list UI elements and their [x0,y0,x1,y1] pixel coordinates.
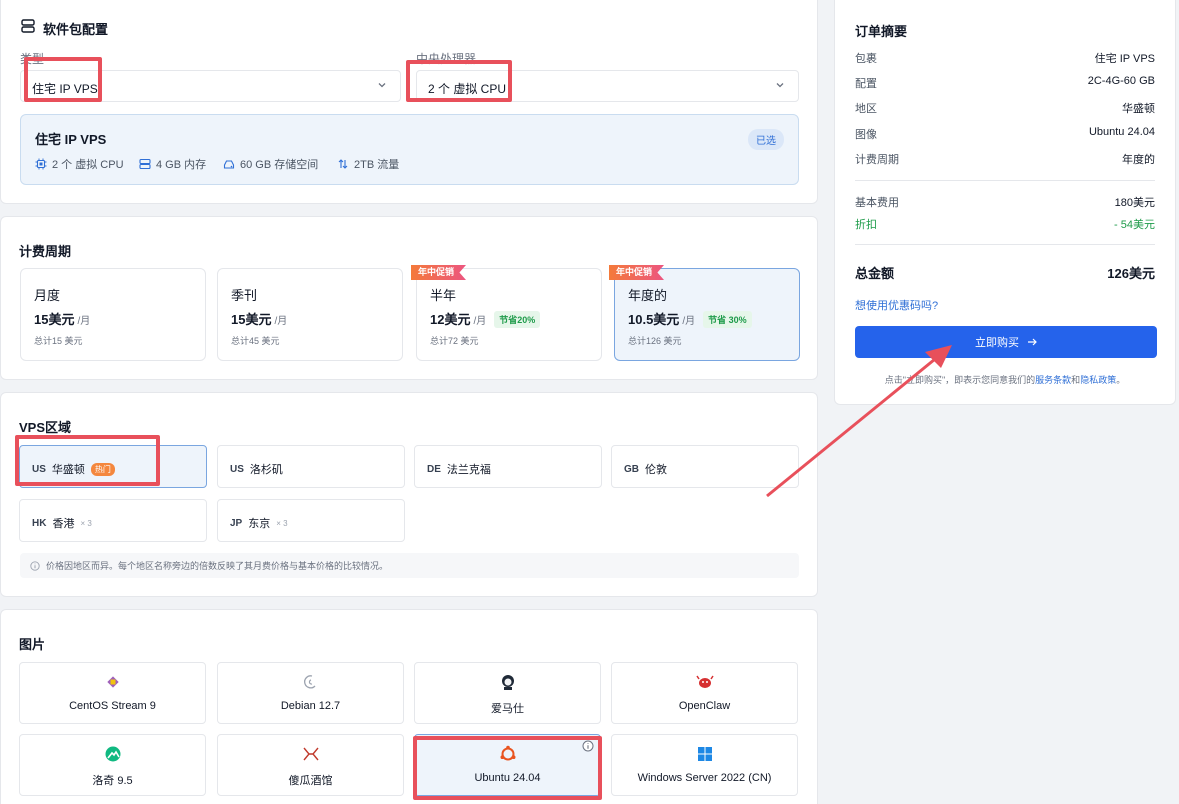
type-select-value: 住宅 IP VPS [32,82,98,96]
region-tokyo[interactable]: JP 东京 × 3 [217,499,405,542]
arrow-right-icon [1028,338,1037,346]
save-badge: 节省20% [494,311,541,328]
centos-icon [106,676,119,688]
summary-title: 订单摘要 [855,24,908,39]
image-rocky[interactable]: 洛奇 9.5 [19,734,206,796]
region-frankfurt[interactable]: DE 法兰克福 [414,445,602,488]
plan-annual[interactable]: 年中促销 年度的 10.5美元/月 节省 30% 总计126 美元 [609,265,800,361]
plan-semiannual[interactable]: 年中促销 半年 12美元/月 节省20% 总计72 美元 [411,265,602,361]
billing-cycle-card: 计费周期 月度 15美元/月 总计15 美元 季刊 15美元/月 总计45 美元… [0,216,818,380]
spec-storage: 60 GB 存储空间 [223,156,318,172]
type-label: 类型 [20,52,45,66]
image-ubuntu[interactable]: Ubuntu 24.04 [414,734,601,796]
rocky-icon [105,746,120,762]
hermes-icon [501,675,514,690]
promo-ribbon: 年中促销 [411,265,467,280]
info-icon[interactable] [582,740,594,752]
summary-row-discount: 折扣 - 54美元 [855,219,1155,231]
terms-of-service-link[interactable]: 服务条款 [1035,375,1071,385]
summary-row-base-fee: 基本费用 180美元 [855,197,1155,209]
package-config-title: 软件包配置 [43,22,109,37]
summary-row-billing: 计费周期 年度的 [855,154,1155,166]
image-centos[interactable]: CentOS Stream 9 [19,662,206,724]
promo-code-link[interactable]: 想使用优惠码吗? [855,297,938,313]
server-icon [21,19,35,33]
cpu-select[interactable]: 2 个 虚拟 CPU [416,70,799,102]
region-washington[interactable]: US 华盛顿 热门 [19,445,207,488]
chevron-down-icon [378,83,386,88]
plan-quarterly[interactable]: 季刊 15美元/月 总计45 美元 [217,268,403,361]
summary-row-config: 配置 2C-4G-60 GB [855,75,1155,90]
memory-icon [139,158,151,170]
selected-badge: 已选 [748,129,784,150]
buy-now-button[interactable]: 立即购买 [855,326,1157,358]
type-select[interactable]: 住宅 IP VPS [20,70,401,102]
save-badge: 节省 30% [703,311,752,328]
region-title: VPS区域 [19,420,72,435]
region-price-note: 价格因地区而异。每个地区名称旁边的倍数反映了其月费价格与基本价格的比较情况。 [20,553,799,578]
image-windows[interactable]: Windows Server 2022 (CN) [611,734,798,796]
privacy-policy-link[interactable]: 隐私政策 [1080,375,1116,385]
order-summary-card: 订单摘要 包裹 住宅 IP VPS 配置 2C-4G-60 GB 地区 华盛顿 图像 U… [834,0,1176,405]
cpu-select-value: 2 个 虚拟 CPU [428,82,507,96]
os-image-card: 图片 CentOS Stream 9 Debian 12.7 爱马仕 OpenC… [0,609,818,804]
ubuntu-icon [500,745,515,761]
debian-icon [303,675,315,689]
summary-total: 总金额 126美元 [855,266,1155,281]
divider [855,244,1155,245]
region-london[interactable]: GB 伦敦 [611,445,799,488]
summary-row-region: 地区 华盛顿 [855,103,1155,115]
promo-ribbon: 年中促销 [609,265,665,280]
image-tavern[interactable]: 傻瓜酒馆 [217,734,404,796]
region-hong-kong[interactable]: HK 香港 × 3 [19,499,207,542]
openclaw-icon [695,675,714,688]
tavern-icon [302,747,319,761]
selected-package-box: 住宅 IP VPS 已选 2 个 虚拟 CPU 4 GB 内存 60 GB 存储… [20,114,799,185]
images-title: 图片 [19,637,46,652]
windows-icon [697,747,712,761]
traffic-icon [338,159,348,169]
selected-package-name: 住宅 IP VPS [35,132,107,147]
plan-monthly[interactable]: 月度 15美元/月 总计15 美元 [20,268,206,361]
terms-text: 点击"立即购买"，即表示您同意我们的服务条款和隐私政策。 [884,375,1126,385]
info-icon [30,560,40,571]
summary-row-image: 图像 Ubuntu 24.04 [855,126,1155,141]
cpu-label: 中央处理器 [416,52,477,66]
chevron-down-icon [776,83,784,88]
spec-cpu: 2 个 虚拟 CPU [35,156,124,172]
spec-ram: 4 GB 内存 [139,156,206,172]
price-multiplier: × 3 [276,518,288,528]
hot-badge: 热门 [90,462,115,476]
vps-region-card: VPS区域 US 华盛顿 热门 US 洛杉矶 DE 法兰克福 GB 伦敦 HK 香港 × 3 … [0,392,818,597]
region-los-angeles[interactable]: US 洛杉矶 [217,445,405,488]
image-hermes[interactable]: 爱马仕 [414,662,601,724]
cpu-icon [35,158,47,170]
price-multiplier: × 3 [80,518,92,528]
storage-icon [223,160,235,169]
spec-traffic: 2TB 流量 [337,156,399,172]
package-config-card: 软件包配置 类型 住宅 IP VPS 中央处理器 2 个 虚拟 CPU 住宅 I… [0,0,818,204]
image-debian[interactable]: Debian 12.7 [217,662,404,724]
divider [855,180,1155,181]
billing-title: 计费周期 [19,244,72,259]
image-openclaw[interactable]: OpenClaw [611,662,798,724]
summary-row-package: 包裹 住宅 IP VPS [855,53,1155,65]
